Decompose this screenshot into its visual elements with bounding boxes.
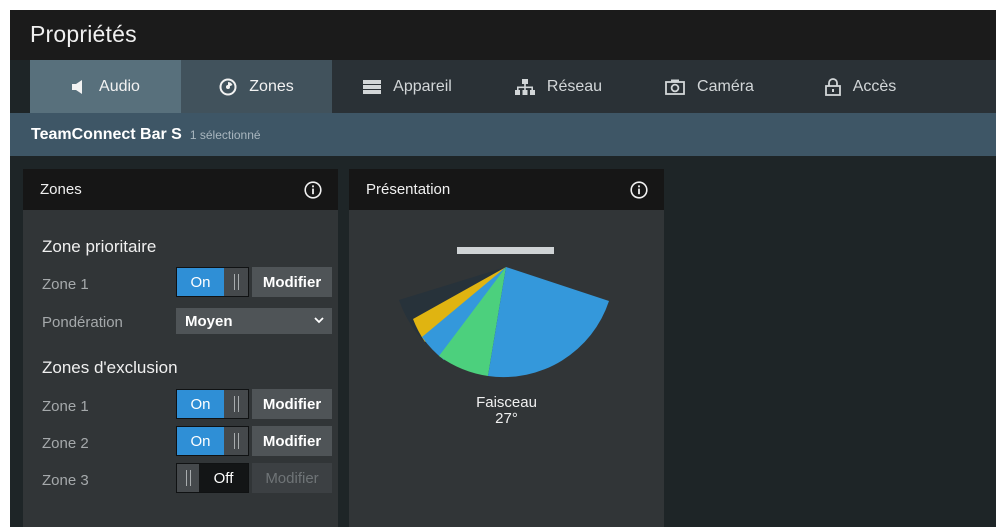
beam-label: Faisceau xyxy=(476,394,537,411)
tab-label: Appareil xyxy=(393,77,452,95)
weighting-select[interactable]: Moyen xyxy=(176,308,332,334)
selection-count: 1 sélectionné xyxy=(189,127,261,142)
tab-zones[interactable]: Zones xyxy=(181,60,332,113)
exclusion-zone-1-toggle[interactable]: On xyxy=(176,389,249,419)
tab-audio[interactable]: Audio xyxy=(30,60,181,113)
toggle-state: On xyxy=(177,268,224,296)
weighting-label: Pondération xyxy=(42,314,123,331)
presentation-panel-title: Présentation xyxy=(366,181,451,198)
lock-icon xyxy=(824,77,841,96)
tab-bar: Audio Zones Appareil Réseau Caméra Accès xyxy=(30,60,996,113)
exclusion-zone-3-label: Zone 3 xyxy=(42,472,89,489)
priority-zone-title: Zone prioritaire xyxy=(42,237,157,256)
info-icon[interactable] xyxy=(630,180,648,199)
priority-zone-label: Zone 1 xyxy=(42,276,89,293)
page-title: Propriétés xyxy=(30,21,137,47)
tab-camera[interactable]: Caméra xyxy=(634,60,785,113)
exclusion-zone-2-toggle[interactable]: On xyxy=(176,426,249,456)
tab-label: Caméra xyxy=(697,77,754,95)
properties-window: Propriétés Audio Zones Appareil Réseau C… xyxy=(10,10,996,527)
exclusion-zone-2-label: Zone 2 xyxy=(42,435,89,452)
toggle-state: On xyxy=(177,427,224,455)
weighting-value: Moyen xyxy=(185,312,233,330)
camera-icon xyxy=(665,79,685,95)
presentation-panel: Présentation Faisceau 27° xyxy=(349,169,664,527)
priority-modify-button[interactable]: Modifier xyxy=(252,267,332,297)
info-icon[interactable] xyxy=(304,180,322,199)
zones-panel-title: Zones xyxy=(40,181,82,198)
exclusion-zone-3-toggle[interactable]: Off xyxy=(176,463,249,493)
speaker-icon xyxy=(71,79,87,95)
toggle-state: Off xyxy=(199,464,248,492)
zones-panel-header: Zones xyxy=(23,169,338,210)
chevron-down-icon xyxy=(313,314,325,326)
presentation-panel-header: Présentation xyxy=(349,169,664,210)
zones-panel: Zones Zone prioritaire Zone 1 On Modifie… xyxy=(23,169,338,527)
toggle-grip xyxy=(224,268,248,296)
tab-reseau[interactable]: Réseau xyxy=(483,60,634,113)
exclusion-zone-3-modify-button[interactable]: Modifier xyxy=(252,463,332,493)
toggle-grip xyxy=(177,464,199,492)
tab-appareil[interactable]: Appareil xyxy=(332,60,483,113)
device-icon xyxy=(363,79,382,94)
device-bar: TeamConnect Bar S 1 sélectionné xyxy=(10,113,996,156)
tab-acces[interactable]: Accès xyxy=(785,60,936,113)
toggle-grip xyxy=(224,390,248,418)
exclusion-zone-2-modify-button[interactable]: Modifier xyxy=(252,426,332,456)
tab-label: Réseau xyxy=(546,77,603,95)
toggle-state: On xyxy=(177,390,224,418)
zone-sector-blue-main xyxy=(488,267,609,378)
exclusion-zones-title: Zones d'exclusion xyxy=(42,358,178,377)
zones-icon xyxy=(219,78,237,96)
header: Propriétés xyxy=(10,10,996,60)
exclusion-zone-1-modify-button[interactable]: Modifier xyxy=(252,389,332,419)
device-bar-marker xyxy=(457,247,554,254)
zone-diagram xyxy=(399,247,609,378)
tab-label: Accès xyxy=(852,77,897,95)
tab-label: Audio xyxy=(99,77,140,95)
network-icon xyxy=(514,78,535,95)
exclusion-zone-1-label: Zone 1 xyxy=(42,398,89,415)
priority-zone-toggle[interactable]: On xyxy=(176,267,249,297)
beam-angle: 27° xyxy=(495,410,518,427)
tab-label: Zones xyxy=(249,77,294,95)
device-name: TeamConnect Bar S xyxy=(31,125,182,143)
toggle-grip xyxy=(224,427,248,455)
